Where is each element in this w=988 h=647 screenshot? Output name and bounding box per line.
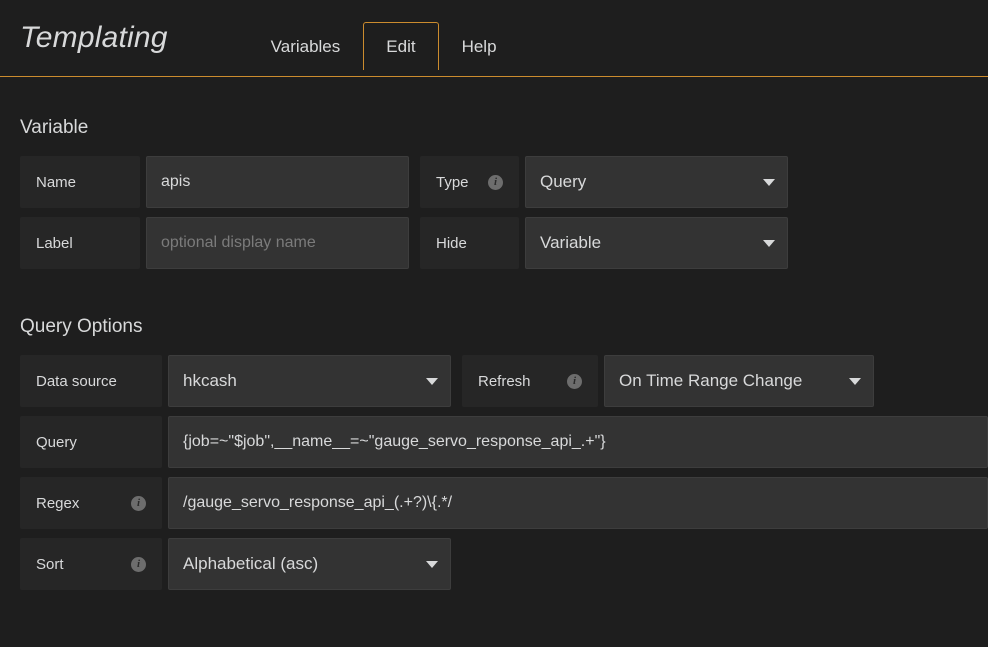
refresh-select[interactable]: On Time Range Change (604, 355, 874, 407)
variable-row-label-hide: Label optional display name Hide Variabl… (20, 217, 988, 269)
column-gap (451, 355, 462, 407)
sort-info-icon[interactable]: i (131, 556, 146, 572)
sort-select-value: Alphabetical (asc) (183, 554, 319, 573)
chevron-down-icon (426, 560, 438, 568)
refresh-select-value: On Time Range Change (619, 371, 803, 390)
query-options-section-title: Query Options (20, 316, 143, 337)
sort-select[interactable]: Alphabetical (asc) (168, 538, 451, 590)
page-header: Templating Variables Edit Help (0, 0, 988, 77)
data-source-label-text: Data source (36, 372, 117, 390)
tab-edit-label: Edit (386, 37, 416, 56)
tab-help-label: Help (461, 37, 497, 56)
chevron-down-icon (426, 377, 438, 385)
name-input-value: apis (161, 173, 191, 190)
sort-label-text: Sort (36, 555, 64, 573)
regex-label-text: Regex (36, 494, 80, 512)
query-label-text: Query (36, 433, 77, 451)
data-source-select[interactable]: hkcash (168, 355, 451, 407)
label-input-placeholder: optional display name (161, 234, 316, 251)
type-label-text: Type (436, 173, 469, 191)
tab-edit[interactable]: Edit (363, 22, 439, 72)
name-field-label: Name (20, 156, 140, 208)
query-options-row-regex: Regex i /gauge_servo_response_api_(.+?)\… (20, 477, 988, 529)
regex-input[interactable]: /gauge_servo_response_api_(.+?)\{.*/ (168, 477, 988, 529)
label-label-text: Label (36, 234, 73, 252)
tab-variables-label: Variables (270, 37, 341, 56)
sort-field-label: Sort i (20, 538, 162, 590)
regex-field-label: Regex i (20, 477, 162, 529)
tab-bar: Variables Edit Help (248, 0, 520, 77)
hide-label-text: Hide (436, 234, 467, 252)
variable-row-name-type: Name apis Type i Query (20, 156, 988, 208)
query-options-section-rows: Data source hkcash Refresh i On Time Ran… (0, 355, 988, 590)
name-label-text: Name (36, 173, 77, 191)
query-input-value: {job=~"$job",__name__=~"gauge_servo_resp… (183, 433, 606, 450)
hide-select-value: Variable (540, 233, 602, 252)
page-title: Templating (20, 21, 168, 54)
tab-help[interactable]: Help (439, 22, 520, 71)
column-gap (409, 156, 420, 208)
type-field-label: Type i (420, 156, 519, 208)
column-gap (409, 217, 420, 269)
name-input[interactable]: apis (146, 156, 409, 208)
data-source-select-value: hkcash (183, 371, 237, 390)
variable-section-rows: Name apis Type i Query Label optional di… (0, 156, 988, 269)
chevron-down-icon (763, 178, 775, 186)
query-options-row-query: Query {job=~"$job",__name__=~"gauge_serv… (20, 416, 988, 468)
query-input[interactable]: {job=~"$job",__name__=~"gauge_servo_resp… (168, 416, 988, 468)
hide-select[interactable]: Variable (525, 217, 788, 269)
type-select-value: Query (540, 172, 587, 191)
tab-variables[interactable]: Variables (248, 22, 364, 71)
type-info-icon[interactable]: i (488, 174, 503, 190)
regex-input-value: /gauge_servo_response_api_(.+?)\{.*/ (183, 494, 453, 511)
label-input[interactable]: optional display name (146, 217, 409, 269)
data-source-field-label: Data source (20, 355, 162, 407)
hide-field-label: Hide (420, 217, 519, 269)
refresh-info-icon[interactable]: i (567, 373, 582, 389)
variable-section-title: Variable (20, 117, 89, 138)
type-select[interactable]: Query (525, 156, 788, 208)
chevron-down-icon (763, 239, 775, 247)
regex-info-icon[interactable]: i (131, 495, 146, 511)
header-divider (0, 76, 988, 77)
query-field-label: Query (20, 416, 162, 468)
refresh-field-label: Refresh i (462, 355, 598, 407)
query-options-row-datasource-refresh: Data source hkcash Refresh i On Time Ran… (20, 355, 988, 407)
refresh-label-text: Refresh (478, 372, 531, 390)
label-field-label: Label (20, 217, 140, 269)
query-options-row-sort: Sort i Alphabetical (asc) (20, 538, 988, 590)
chevron-down-icon (849, 377, 861, 385)
